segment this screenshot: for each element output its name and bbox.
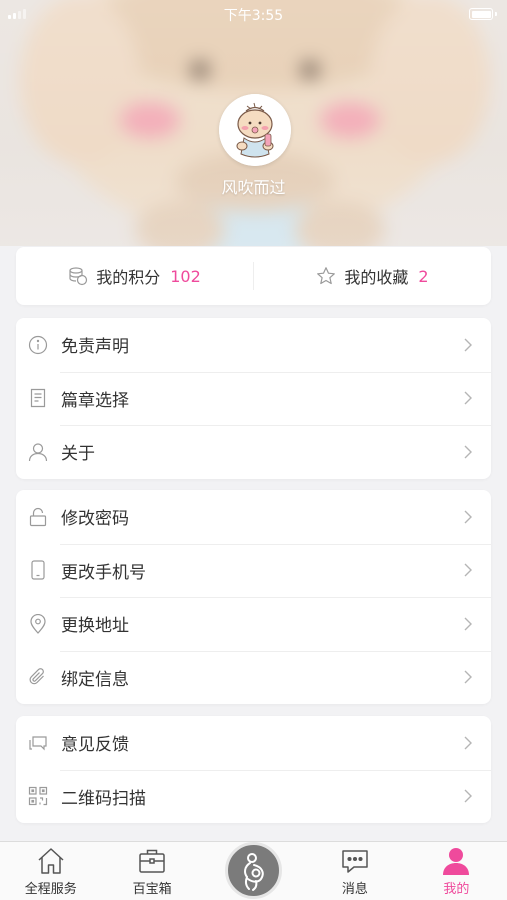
menu-item-binding-info[interactable]: 绑定信息 [16, 650, 491, 705]
baby-avatar-icon [219, 94, 291, 166]
chevron-right-icon [461, 510, 475, 524]
tab-messages[interactable]: 消息 [304, 842, 405, 900]
favorites-stat[interactable]: 我的收藏 2 [254, 247, 491, 305]
profile-icon [441, 846, 471, 876]
points-value: 102 [170, 266, 201, 286]
tab-full-service[interactable]: 全程服务 [0, 842, 101, 900]
chevron-right-icon [461, 617, 475, 631]
menu-item-label: 更换地址 [61, 616, 129, 637]
lock-icon [28, 507, 48, 527]
avatar[interactable] [219, 94, 291, 166]
menu-item-disclaimer[interactable]: 免责声明 [16, 318, 491, 372]
menu-item-label: 免责声明 [61, 337, 129, 358]
menu-item-feedback[interactable]: 意见反馈 [16, 716, 491, 770]
menu-item-label: 更改手机号 [61, 562, 146, 583]
info-icon [28, 335, 48, 355]
profile-header: 下午3:55 风吹而过 [0, 0, 507, 246]
points-label: 我的积分 [96, 268, 161, 287]
menu-item-change-address[interactable]: 更换地址 [16, 597, 491, 651]
stats-card: 我的积分 102 我的收藏 2 [16, 247, 491, 305]
menu-item-change-password[interactable]: 修改密码 [16, 490, 491, 544]
chat-feedback-icon [28, 733, 48, 753]
person-icon [28, 442, 48, 462]
menu-item-label: 篇章选择 [61, 390, 129, 411]
profile-screen: 下午3:55 风吹而过 我的积分 102 我的收藏 2 免责声明 篇章选择 关于… [0, 0, 507, 900]
username: 风吹而过 [221, 178, 286, 197]
tab-label: 全程服务 [24, 882, 77, 897]
menu-item-about[interactable]: 关于 [16, 425, 491, 479]
chevron-right-icon [461, 391, 475, 405]
chevron-right-icon [461, 789, 475, 803]
menu-item-label: 二维码扫描 [61, 788, 146, 809]
chevron-right-icon [461, 338, 475, 352]
menu-item-change-phone[interactable]: 更改手机号 [16, 543, 491, 598]
document-icon [28, 388, 48, 408]
status-time: 下午3:55 [223, 8, 284, 24]
menu-item-chapter-select[interactable]: 篇章选择 [16, 371, 491, 426]
qr-code-icon [28, 786, 48, 806]
menu-group-account: 修改密码 更改手机号 更换地址 绑定信息 [16, 490, 491, 704]
favorites-label: 我的收藏 [344, 268, 409, 287]
paperclip-icon [28, 667, 48, 687]
menu-group-general: 免责声明 篇章选择 关于 [16, 318, 491, 479]
tab-label: 百宝箱 [132, 882, 172, 897]
battery-icon [469, 8, 497, 20]
menu-group-tools: 意见反馈 二维码扫描 [16, 716, 491, 823]
menu-item-qr-scan[interactable]: 二维码扫描 [16, 769, 491, 824]
menu-item-label: 绑定信息 [61, 669, 129, 690]
chevron-right-icon [461, 670, 475, 684]
pregnancy-icon [232, 849, 276, 893]
pregnancy-center-button[interactable] [225, 842, 282, 899]
chevron-right-icon [461, 563, 475, 577]
home-icon [36, 846, 66, 876]
message-icon [340, 846, 370, 876]
chevron-right-icon [461, 445, 475, 459]
tab-mine[interactable]: 我的 [406, 842, 507, 900]
status-bar: 下午3:55 [0, 0, 507, 28]
tab-toolbox[interactable]: 百宝箱 [101, 842, 202, 900]
menu-item-label: 修改密码 [61, 509, 129, 530]
menu-item-label: 关于 [61, 444, 95, 465]
points-stat[interactable]: 我的积分 102 [16, 247, 253, 305]
menu-item-label: 意见反馈 [61, 735, 129, 756]
tab-label: 我的 [443, 882, 470, 897]
star-icon [316, 266, 336, 286]
toolbox-icon [137, 846, 167, 876]
phone-icon [28, 560, 48, 580]
coins-icon [68, 266, 88, 286]
favorites-value: 2 [418, 266, 429, 286]
chevron-right-icon [461, 736, 475, 750]
tab-label: 消息 [341, 882, 368, 897]
location-pin-icon [28, 613, 48, 634]
